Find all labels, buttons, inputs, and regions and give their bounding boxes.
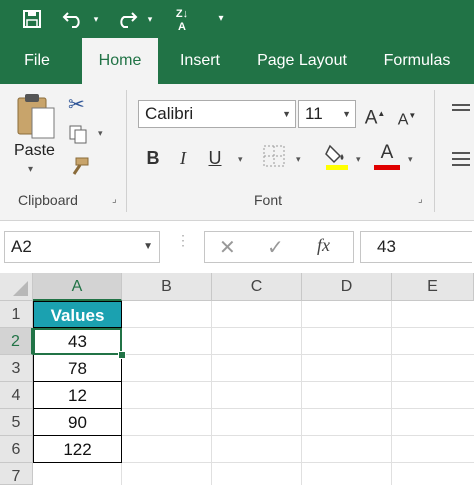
align-top-icon[interactable] [450,102,472,122]
undo-icon[interactable] [62,0,88,29]
align-left-icon[interactable] [450,150,472,170]
fill-handle[interactable] [118,351,126,359]
column-header-a[interactable]: A [33,273,122,301]
paste-dropdown-icon[interactable]: ▾ [28,164,40,175]
fill-color-dropdown-icon[interactable]: ▾ [356,154,361,165]
undo-dropdown-icon[interactable]: ▾ [90,0,102,38]
customize-qat-icon[interactable]: ▾ [214,0,228,38]
name-box-dropdown-icon[interactable]: ▼ [143,232,153,262]
font-name-combo[interactable]: Calibri ▼ [138,100,296,128]
paste-icon[interactable] [14,92,58,140]
ribbon-tabs: File Home Insert Page Layout Formulas [0,38,474,84]
copy-dropdown-icon[interactable]: ▾ [98,128,108,139]
row-header[interactable]: 4 [0,382,33,409]
ribbon-home: Paste ▾ ✂ ▾ Clipboard ⌟ Calibri ▼ 11 ▼ A… [0,84,474,221]
enter-check-icon[interactable]: ✓ [267,235,289,260]
cell-a3[interactable]: 78 [33,355,122,382]
cell-a5[interactable]: 90 [33,409,122,436]
font-launcher-icon[interactable]: ⌟ [418,194,430,205]
font-name-value: Calibri [145,104,194,123]
row-header[interactable]: 6 [0,436,33,463]
cut-icon[interactable]: ✂ [68,92,90,116]
cell-a2[interactable]: 43 [33,328,122,355]
save-icon[interactable] [22,0,46,29]
formula-bar: A2 ▼ ⋮ ✕ ✓ fx 43 [0,221,474,273]
borders-dropdown-icon[interactable]: ▾ [296,154,301,165]
bold-button[interactable]: B [142,146,164,170]
column-header-b[interactable]: B [122,273,212,301]
italic-button[interactable]: I [172,146,194,170]
font-color-button[interactable]: A [374,142,400,172]
fill-color-icon[interactable] [324,142,350,172]
tab-formulas[interactable]: Formulas [374,38,460,84]
font-color-dropdown-icon[interactable]: ▾ [408,154,413,165]
empty-cells[interactable] [122,301,474,485]
redo-icon[interactable] [114,0,140,29]
copy-icon[interactable] [68,124,90,146]
insert-function-button[interactable]: fx [317,235,341,256]
row-header[interactable]: 2 [0,328,33,355]
sort-az-icon[interactable]: Z↓ A [170,2,194,34]
fill-color-swatch [326,165,348,170]
font-name-dropdown-icon[interactable]: ▼ [282,101,291,127]
row-header[interactable]: 7 [0,463,33,485]
cell-a4[interactable]: 12 [33,382,122,409]
font-group-label: Font [254,192,283,208]
column-header-c[interactable]: C [212,273,302,301]
underline-button[interactable]: U [204,146,226,170]
redo-dropdown-icon[interactable]: ▾ [144,0,156,38]
font-size-combo[interactable]: 11 ▼ [298,100,356,128]
underline-dropdown-icon[interactable]: ▾ [238,154,243,165]
formula-buttons: ✕ ✓ fx [204,231,354,263]
row-header[interactable]: 1 [0,301,33,328]
worksheet-grid[interactable]: A B C D E 1 2 3 4 5 6 7 Values 43 78 12 … [0,273,474,485]
font-size-dropdown-icon[interactable]: ▼ [342,101,351,127]
formula-input[interactable]: 43 [360,231,472,263]
grow-font-letter: A [364,107,378,129]
row-header[interactable]: 3 [0,355,33,382]
font-size-value: 11 [305,104,323,123]
clipboard-group-label: Clipboard [18,192,78,208]
group-divider [126,90,127,212]
shrink-caret-icon: ▼ [408,111,417,120]
column-header-d[interactable]: D [302,273,392,301]
cancel-icon[interactable]: ✕ [219,235,241,260]
shrink-font-button[interactable]: A▼ [396,104,418,128]
select-all-corner[interactable] [0,273,33,301]
title-bar: ▾ ▾ Z↓ A ▾ [0,0,474,38]
clipboard-launcher-icon[interactable]: ⌟ [112,194,124,205]
cell-a6[interactable]: 122 [33,436,122,463]
grow-font-button[interactable]: A▲ [364,102,386,129]
name-box-value: A2 [11,237,32,256]
format-painter-icon[interactable] [68,156,92,178]
grow-caret-icon: ▲ [377,109,386,118]
tab-insert[interactable]: Insert [168,38,232,84]
font-color-letter: A [380,142,394,163]
name-box[interactable]: A2 ▼ [4,231,160,263]
borders-icon[interactable] [262,144,288,170]
shrink-font-letter: A [397,111,409,129]
cell[interactable] [33,463,122,485]
font-color-swatch [374,165,400,170]
tab-home[interactable]: Home [82,38,158,84]
row-header[interactable]: 5 [0,409,33,436]
tab-page-layout[interactable]: Page Layout [248,38,356,84]
values-header-cell[interactable]: Values [33,301,122,328]
group-divider [434,90,435,212]
column-header-e[interactable]: E [392,273,474,301]
formula-bar-splitter-icon[interactable]: ⋮ [176,233,190,257]
paste-button[interactable]: Paste [14,142,60,160]
tab-file[interactable]: File [10,38,64,84]
